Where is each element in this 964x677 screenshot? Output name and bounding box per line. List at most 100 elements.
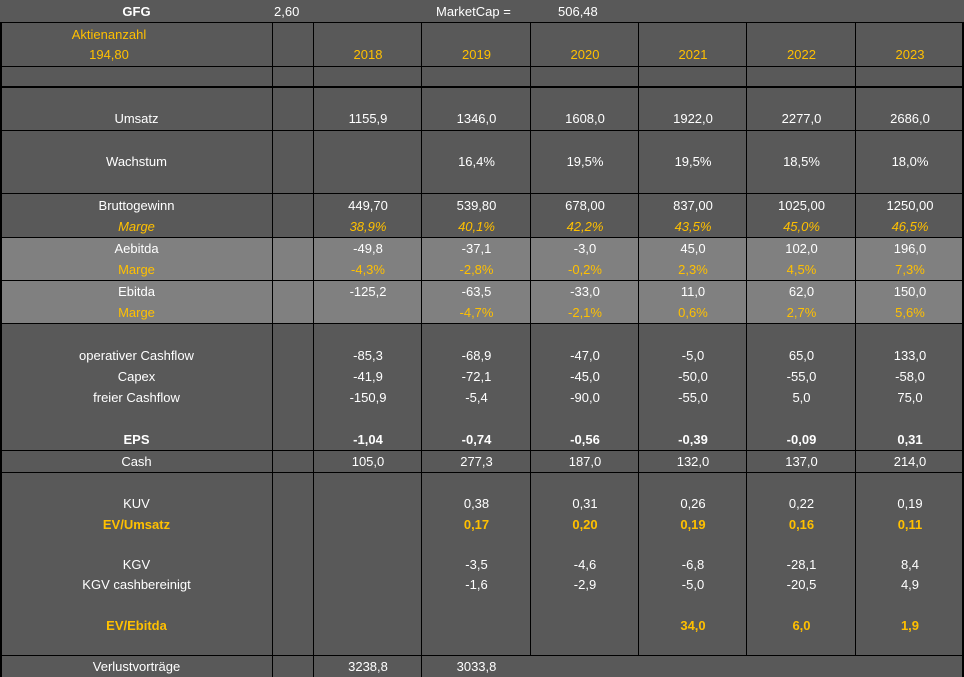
value-cell[interactable]: -58,0 — [856, 366, 964, 387]
value-cell[interactable]: -2,1% — [531, 302, 639, 323]
value-cell[interactable]: 1,9 — [856, 615, 964, 636]
value-cell[interactable]: -0,39 — [639, 429, 747, 450]
value-cell[interactable]: 2686,0 — [856, 108, 964, 129]
row-label[interactable]: EPS — [0, 429, 273, 450]
value-cell[interactable]: -47,0 — [531, 345, 639, 366]
value-cell[interactable]: -63,5 — [422, 281, 531, 302]
year-2019[interactable]: 2019 — [422, 44, 531, 65]
value-cell[interactable]: 132,0 — [639, 451, 747, 472]
row-label[interactable]: KGV — [0, 554, 273, 575]
value-cell[interactable]: 7,3% — [856, 259, 964, 280]
value-cell[interactable]: 214,0 — [856, 451, 964, 472]
value-cell[interactable]: 1922,0 — [639, 108, 747, 129]
marketcap-label[interactable]: MarketCap = — [422, 1, 534, 22]
value-cell[interactable]: 1025,00 — [747, 195, 856, 216]
value-cell[interactable]: 102,0 — [747, 238, 856, 259]
value-cell[interactable]: 65,0 — [747, 345, 856, 366]
value-cell[interactable]: 19,5% — [639, 151, 747, 172]
value-cell[interactable]: 1250,00 — [856, 195, 964, 216]
value-cell[interactable]: 678,00 — [531, 195, 639, 216]
value-cell[interactable]: 0,38 — [422, 493, 531, 514]
value-cell[interactable]: -4,6 — [531, 554, 639, 575]
year-2022[interactable]: 2022 — [747, 44, 856, 65]
value-cell[interactable]: -4,3% — [314, 259, 422, 280]
price-cell[interactable]: 2,60 — [271, 1, 353, 22]
value-cell[interactable]: -33,0 — [531, 281, 639, 302]
row-label[interactable]: Verlustvorträge — [0, 656, 273, 677]
shares-value[interactable]: 194,80 — [0, 44, 273, 65]
value-cell[interactable]: -2,8% — [422, 259, 531, 280]
value-cell[interactable]: -2,9 — [531, 574, 639, 595]
value-cell[interactable]: 5,0 — [747, 387, 856, 408]
value-cell[interactable]: 150,0 — [856, 281, 964, 302]
value-cell[interactable]: 42,2% — [531, 216, 639, 237]
year-2018[interactable]: 2018 — [314, 44, 422, 65]
row-label[interactable]: Umsatz — [0, 108, 273, 129]
value-cell[interactable]: -0,74 — [422, 429, 531, 450]
value-cell[interactable]: 0,31 — [531, 493, 639, 514]
value-cell[interactable]: 45,0% — [747, 216, 856, 237]
value-cell[interactable]: 4,5% — [747, 259, 856, 280]
row-label[interactable]: freier Cashflow — [0, 387, 273, 408]
value-cell[interactable]: 187,0 — [531, 451, 639, 472]
value-cell[interactable]: 3238,8 — [314, 656, 422, 677]
value-cell[interactable]: -72,1 — [422, 366, 531, 387]
value-cell[interactable]: 38,9% — [314, 216, 422, 237]
year-2021[interactable]: 2021 — [639, 44, 747, 65]
value-cell[interactable]: 277,3 — [422, 451, 531, 472]
value-cell[interactable]: 18,0% — [856, 151, 964, 172]
row-label[interactable]: KUV — [0, 493, 273, 514]
value-cell[interactable]: 18,5% — [747, 151, 856, 172]
value-cell[interactable]: 4,9 — [856, 574, 964, 595]
value-cell[interactable]: -55,0 — [639, 387, 747, 408]
value-cell[interactable]: -55,0 — [747, 366, 856, 387]
value-cell[interactable]: 2277,0 — [747, 108, 856, 129]
row-label[interactable]: Capex — [0, 366, 273, 387]
value-cell[interactable]: 1155,9 — [314, 108, 422, 129]
value-cell[interactable]: -5,0 — [639, 345, 747, 366]
value-cell[interactable]: 133,0 — [856, 345, 964, 366]
value-cell[interactable]: 2,3% — [639, 259, 747, 280]
row-label[interactable]: EV/Ebitda — [0, 615, 273, 636]
row-label[interactable]: EV/Umsatz — [0, 514, 273, 535]
row-label[interactable]: Cash — [0, 451, 273, 472]
value-cell[interactable]: 0,11 — [856, 514, 964, 535]
value-cell[interactable]: 5,6% — [856, 302, 964, 323]
value-cell[interactable]: -4,7% — [422, 302, 531, 323]
value-cell[interactable]: -45,0 — [531, 366, 639, 387]
value-cell[interactable]: 0,26 — [639, 493, 747, 514]
value-cell[interactable]: -68,9 — [422, 345, 531, 366]
value-cell[interactable]: 6,0 — [747, 615, 856, 636]
row-label[interactable]: KGV cashbereinigt — [0, 574, 273, 595]
value-cell[interactable]: -6,8 — [639, 554, 747, 575]
value-cell[interactable]: 46,5% — [856, 216, 964, 237]
value-cell[interactable]: 1608,0 — [531, 108, 639, 129]
value-cell[interactable]: -85,3 — [314, 345, 422, 366]
value-cell[interactable]: 16,4% — [422, 151, 531, 172]
value-cell[interactable]: -50,0 — [639, 366, 747, 387]
value-cell[interactable]: -3,5 — [422, 554, 531, 575]
value-cell[interactable]: -150,9 — [314, 387, 422, 408]
ticker-cell[interactable]: GFG — [0, 1, 273, 22]
value-cell[interactable]: -125,2 — [314, 281, 422, 302]
value-cell[interactable]: 19,5% — [531, 151, 639, 172]
value-cell[interactable]: 62,0 — [747, 281, 856, 302]
value-cell[interactable]: -5,4 — [422, 387, 531, 408]
value-cell[interactable]: 0,17 — [422, 514, 531, 535]
value-cell[interactable]: -3,0 — [531, 238, 639, 259]
value-cell[interactable]: 0,22 — [747, 493, 856, 514]
value-cell[interactable]: -1,04 — [314, 429, 422, 450]
value-cell[interactable]: 0,31 — [856, 429, 964, 450]
value-cell[interactable]: 0,6% — [639, 302, 747, 323]
value-cell[interactable]: 137,0 — [747, 451, 856, 472]
row-label[interactable]: Marge — [0, 259, 273, 280]
value-cell[interactable]: 45,0 — [639, 238, 747, 259]
row-label[interactable]: Wachstum — [0, 151, 273, 172]
value-cell[interactable]: -37,1 — [422, 238, 531, 259]
year-2023[interactable]: 2023 — [856, 44, 964, 65]
row-label[interactable]: operativer Cashflow — [0, 345, 273, 366]
value-cell[interactable]: 0,16 — [747, 514, 856, 535]
marketcap-value[interactable]: 506,48 — [534, 1, 639, 22]
value-cell[interactable]: 105,0 — [314, 451, 422, 472]
shares-label[interactable]: Aktienanzahl — [0, 24, 273, 45]
